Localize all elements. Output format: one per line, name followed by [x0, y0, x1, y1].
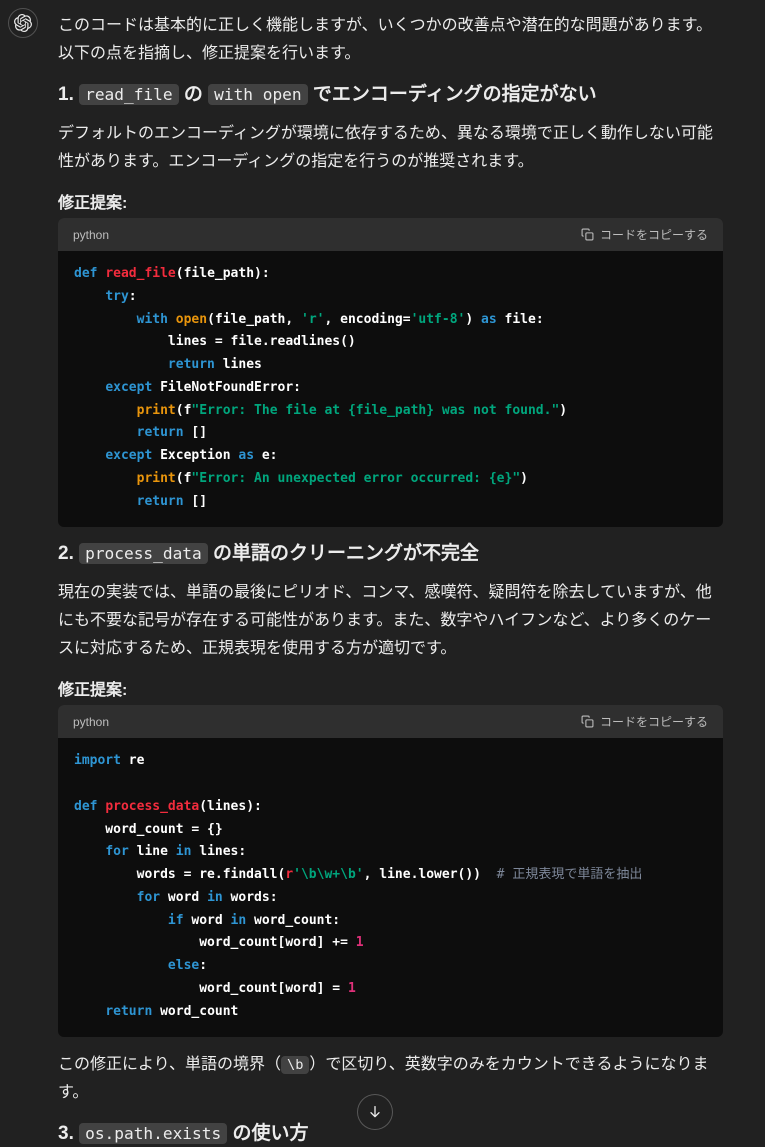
code-line: print(f"Error: An unexpected error occur…	[74, 468, 707, 491]
code-block-read-file: python コードをコピーする def read_file(file_path…	[58, 218, 723, 527]
copy-icon	[581, 228, 594, 241]
section-2-proposal-label: 修正提案:	[58, 677, 723, 705]
inline-code: with open	[208, 84, 307, 105]
code-language-label: python	[73, 708, 109, 736]
code-line: words = re.findall(r'\b\w+\b', line.lowe…	[74, 864, 707, 887]
section-1-proposal-label: 修正提案:	[58, 190, 723, 218]
code-line: print(f"Error: The file at {file_path} w…	[74, 400, 707, 423]
code-line: lines = file.readlines()	[74, 331, 707, 354]
section-2-body: 現在の実装では、単語の最後にピリオド、コンマ、感嘆符、疑問符を除去していますが、…	[58, 579, 723, 663]
code-line: import re	[74, 750, 707, 773]
note-paragraph: この修正により、単語の境界（\b）で区切り、英数字のみをカウントできるようになり…	[58, 1051, 723, 1107]
code-line: except FileNotFoundError:	[74, 377, 707, 400]
copy-code-label: コードをコピーする	[600, 226, 708, 243]
code-line: word_count = {}	[74, 819, 707, 842]
intro-paragraph: このコードは基本的に正しく機能しますが、いくつかの改善点や潜在的な問題があります…	[58, 12, 723, 68]
code-line: def process_data(lines):	[74, 796, 707, 819]
code-block-process-data: python コードをコピーする import re def process_d…	[58, 705, 723, 1037]
code-line: for line in lines:	[74, 841, 707, 864]
scroll-to-bottom-button[interactable]	[357, 1094, 393, 1130]
inline-code: read_file	[79, 84, 178, 105]
code-line: return []	[74, 491, 707, 514]
code-language-label: python	[73, 221, 109, 249]
copy-code-button[interactable]: コードをコピーする	[581, 226, 708, 243]
copy-code-button[interactable]: コードをコピーする	[581, 713, 708, 730]
code-line: word_count[word] += 1	[74, 932, 707, 955]
code-line: return word_count	[74, 1001, 707, 1024]
code-line: try:	[74, 286, 707, 309]
code-block-header: python コードをコピーする	[58, 705, 723, 738]
section-1-body: デフォルトのエンコーディングが環境に依存するため、異なる環境で正しく動作しない可…	[58, 120, 723, 176]
copy-code-label: コードをコピーする	[600, 713, 708, 730]
code-line: with open(file_path, 'r', encoding='utf-…	[74, 309, 707, 332]
code-line: if word in word_count:	[74, 910, 707, 933]
code-content: def read_file(file_path): try: with open…	[58, 251, 723, 527]
inline-code: \b	[281, 1056, 309, 1074]
section-3-heading: 3. os.path.exists の使い方	[58, 1121, 723, 1147]
inline-code: process_data	[79, 543, 208, 564]
code-block-header: python コードをコピーする	[58, 218, 723, 251]
section-2-heading: 2. process_data の単語のクリーニングが不完全	[58, 541, 723, 567]
copy-icon	[581, 715, 594, 728]
code-line: def read_file(file_path):	[74, 263, 707, 286]
code-line: return []	[74, 422, 707, 445]
inline-code: os.path.exists	[79, 1123, 227, 1144]
code-line: for word in words:	[74, 887, 707, 910]
code-line: except Exception as e:	[74, 445, 707, 468]
code-line: return lines	[74, 354, 707, 377]
code-line: word_count[word] = 1	[74, 978, 707, 1001]
arrow-down-icon	[367, 1104, 383, 1120]
assistant-message: このコードは基本的に正しく機能しますが、いくつかの改善点や潜在的な問題があります…	[0, 0, 765, 1147]
code-line	[74, 773, 707, 796]
assistant-avatar	[8, 8, 38, 38]
code-content: import re def process_data(lines): word_…	[58, 738, 723, 1037]
openai-logo-icon	[14, 14, 32, 32]
section-1-heading: 1. read_file の with open でエンコーディングの指定がない	[58, 82, 723, 108]
code-line: else:	[74, 955, 707, 978]
